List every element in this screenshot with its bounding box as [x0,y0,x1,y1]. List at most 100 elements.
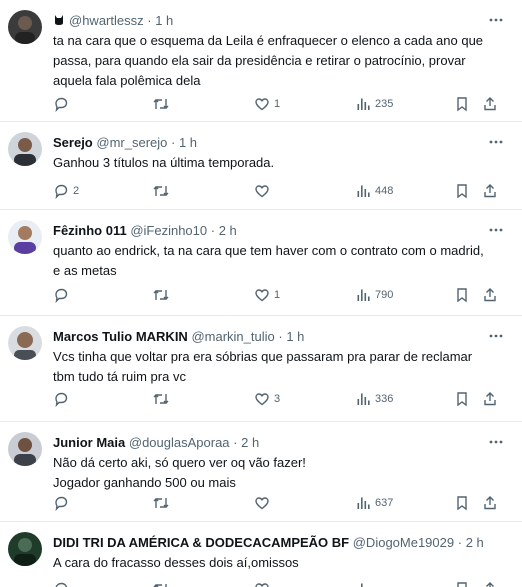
reply-button[interactable] [53,580,69,587]
bookmark-button[interactable] [455,494,469,512]
separator-dot: · [457,535,463,550]
like-button[interactable]: 1 [254,286,280,304]
like-count: 1 [274,289,281,301]
like-button[interactable]: 1 [254,95,280,113]
user-handle[interactable]: @douglasAporaa [129,435,230,450]
share-button[interactable] [482,390,498,408]
share-button[interactable] [482,494,498,512]
retweet-button[interactable] [152,494,174,512]
user-handle[interactable]: @hwartlessz [69,13,144,28]
more-options-icon[interactable] [488,12,504,28]
avatar[interactable] [8,532,42,566]
reply-button[interactable] [53,390,73,408]
retweet-button[interactable] [152,390,174,408]
retweet-button[interactable] [152,95,174,113]
tweet-actions: 637 [0,494,522,512]
tweet-text-line: Não dá certo aki, só quero ver oq vão fa… [53,455,306,470]
retweet-button[interactable] [152,580,170,587]
bookmark-button[interactable] [455,95,469,113]
views-button[interactable]: 235 [355,95,393,113]
timestamp[interactable]: 1 h [179,135,197,150]
tweet-text-line: tbm tudo tá ruim pra vc [53,369,186,384]
tweet[interactable]: Fêzinho 011 @iFezinho10 · 2 h quanto ao … [0,210,522,316]
display-name[interactable]: DIDI TRI DA AMÉRICA & DODECACAMPEÃO BF [53,535,349,550]
view-count: 637 [375,497,394,509]
timestamp[interactable]: 1 h [286,329,304,344]
retweet-icon [153,186,169,196]
avatar[interactable] [8,220,42,254]
more-options-icon[interactable] [488,134,504,150]
retweet-icon [153,99,169,109]
like-button[interactable] [254,580,270,587]
avatar[interactable] [8,326,42,360]
views-button[interactable] [355,580,371,587]
retweet-icon [153,290,169,300]
user-handle[interactable]: @mr_serejo [96,135,167,150]
timestamp[interactable]: 2 h [241,435,259,450]
like-button[interactable] [254,494,274,512]
tweet[interactable]: Marcos Tulio MARKIN @markin_tulio · 1 h … [0,316,522,422]
display-name[interactable]: Junior Maia [53,435,125,450]
reply-icon [55,184,68,199]
heart-icon [255,98,269,111]
user-handle[interactable]: @iFezinho10 [130,223,207,238]
cat-emoji-icon [55,15,63,25]
user-handle[interactable]: @markin_tulio [191,329,274,344]
reply-button[interactable]: 2 [53,182,79,200]
bookmark-icon [457,496,467,511]
views-button[interactable]: 790 [355,286,393,304]
display-name[interactable]: Serejo [53,135,93,150]
tweet-header: Marcos Tulio MARKIN @markin_tulio · 1 h [53,329,482,344]
tweet[interactable]: Serejo @mr_serejo · 1 h Ganhou 3 títulos… [0,122,522,210]
timestamp[interactable]: 2 h [219,223,237,238]
user-handle[interactable]: @DiogoMe19029 [353,535,454,550]
tweet-text-line: aquela fala polêmica dela [53,73,201,88]
retweet-button[interactable] [152,182,174,200]
bookmark-button[interactable] [455,286,469,304]
share-button[interactable] [482,286,498,304]
tweet-actions: 1 235 [0,95,522,113]
more-options-icon[interactable] [488,222,504,238]
tweet-header: @hwartlessz · 1 h [53,13,482,28]
bookmark-button[interactable] [455,580,469,587]
share-icon [484,184,496,198]
views-button[interactable]: 336 [355,390,393,408]
reply-icon [55,582,68,587]
tweet-header: Junior Maia @douglasAporaa · 2 h [53,435,482,450]
bookmark-button[interactable] [455,182,469,200]
share-button[interactable] [482,95,498,113]
bookmark-button[interactable] [455,390,469,408]
like-button[interactable] [254,182,274,200]
retweet-button[interactable] [152,286,174,304]
tweet[interactable]: @hwartlessz · 1 h ta na cara que o esque… [0,0,522,122]
timestamp[interactable]: 2 h [466,535,484,550]
like-button[interactable]: 3 [254,390,280,408]
tweet[interactable]: DIDI TRI DA AMÉRICA & DODECACAMPEÃO BF @… [0,522,522,587]
share-icon [486,582,494,587]
views-button[interactable]: 448 [355,182,393,200]
tweet-text-line: ta na cara que o esquema da Leila é enfr… [53,33,484,48]
heart-icon [255,497,269,510]
views-icon [357,185,370,197]
reply-button[interactable] [53,494,73,512]
tweet-text-line: A cara do fracasso desses dois aí,omisso… [53,555,299,570]
views-button[interactable]: 637 [355,494,393,512]
separator-dot: · [233,435,238,450]
bookmark-icon [457,97,467,112]
reply-button[interactable] [53,95,73,113]
share-button[interactable] [482,580,498,587]
reply-button[interactable] [53,286,73,304]
more-options-icon[interactable] [488,434,504,450]
tweet-text-line: Ganhou 3 títulos na última temporada. [53,155,275,170]
avatar[interactable] [8,132,42,166]
display-name[interactable]: Marcos Tulio MARKIN [53,329,188,344]
display-name[interactable]: Fêzinho 011 [53,223,127,238]
tweet-header: Serejo @mr_serejo · 1 h [53,135,482,150]
avatar[interactable] [8,432,42,466]
tweet[interactable]: Junior Maia @douglasAporaa · 2 h Não dá … [0,422,522,522]
avatar[interactable] [8,10,42,44]
view-count: 790 [375,289,394,301]
more-options-icon[interactable] [488,328,504,344]
timestamp[interactable]: 1 h [155,13,173,28]
share-button[interactable] [482,182,498,200]
